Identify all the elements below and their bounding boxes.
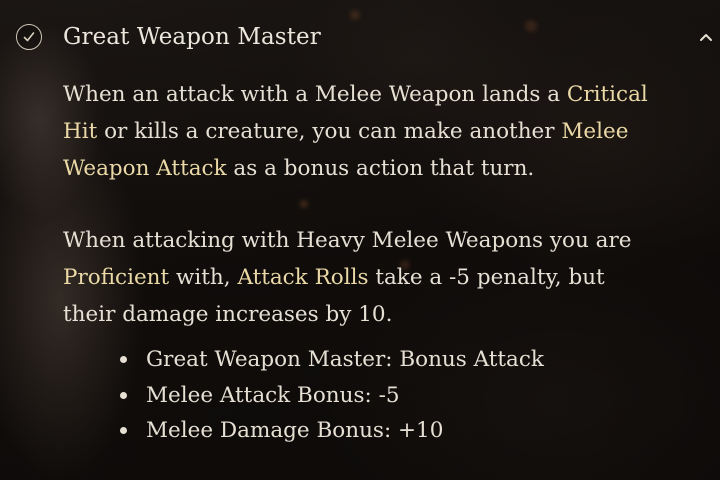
- list-item: Melee Attack Bonus: -5: [120, 378, 544, 414]
- list-item: Great Weapon Master: Bonus Attack: [120, 342, 544, 378]
- bullet-icon: [120, 391, 127, 399]
- effects-list: Great Weapon Master: Bonus Attack Melee …: [120, 342, 544, 449]
- description-paragraph: When attacking with Heavy Melee Weapons …: [63, 222, 653, 333]
- bullet-icon: [120, 356, 127, 363]
- tooltip-title: Great Weapon Master: [63, 24, 321, 50]
- description-text: as a bonus action that turn.: [226, 156, 535, 181]
- tooltip-header[interactable]: Great Weapon Master: [16, 22, 720, 56]
- description-text: When attacking with Heavy Melee Weapons …: [63, 228, 632, 253]
- checkmark-circle-icon: [16, 24, 42, 50]
- keyword-proficient[interactable]: Proficient: [63, 265, 169, 290]
- list-item: Melee Damage Bonus: +10: [120, 413, 544, 449]
- description-text: with,: [169, 265, 238, 290]
- effect-text: Great Weapon Master: Bonus Attack: [146, 347, 544, 372]
- chevron-up-icon[interactable]: [698, 32, 714, 42]
- keyword-attack-rolls[interactable]: Attack Rolls: [237, 265, 368, 290]
- description-text: or kills a creature, you can make anothe…: [97, 119, 562, 144]
- passive-tooltip: Great Weapon Master When an attack with …: [0, 0, 720, 480]
- effect-text: Melee Damage Bonus: +10: [146, 418, 444, 443]
- description-paragraph: When an attack with a Melee Weapon lands…: [63, 76, 653, 187]
- bullet-icon: [120, 427, 127, 434]
- description-text: When an attack with a Melee Weapon lands…: [63, 82, 567, 107]
- effect-text: Melee Attack Bonus: -5: [146, 382, 400, 408]
